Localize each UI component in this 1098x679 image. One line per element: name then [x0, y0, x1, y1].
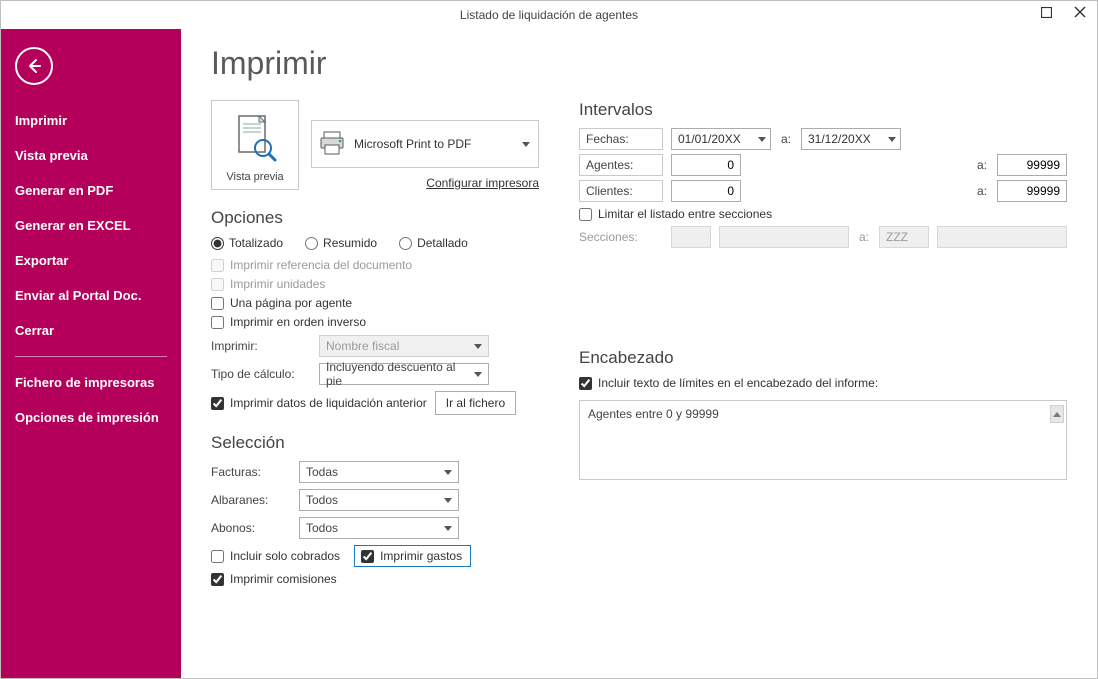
- agentes-hasta-input[interactable]: [997, 154, 1067, 176]
- window-title: Listado de liquidación de agentes: [460, 8, 638, 22]
- radio-detallado[interactable]: Detallado: [399, 236, 468, 250]
- page-title: Imprimir: [211, 45, 1067, 82]
- encabezado-texto: Agentes entre 0 y 99999: [588, 407, 719, 421]
- secciones-desde-desc: [719, 226, 849, 248]
- a-label: a:: [857, 230, 871, 244]
- chk-limitar-secciones[interactable]: Limitar el listado entre secciones: [579, 207, 1067, 221]
- chk-imprimir-comisiones[interactable]: Imprimir comisiones: [211, 572, 539, 586]
- maximize-button[interactable]: [1029, 1, 1063, 23]
- close-button[interactable]: [1063, 1, 1097, 23]
- tipo-calculo-select[interactable]: Incluyendo descuento al pie: [319, 363, 489, 385]
- chk-ref-documento: Imprimir referencia del documento: [211, 258, 539, 272]
- sidebar-separator: [15, 356, 167, 357]
- chk-orden-inverso[interactable]: Imprimir en orden inverso: [211, 315, 539, 329]
- chevron-down-icon: [444, 526, 452, 531]
- secciones-hasta-code: [879, 226, 929, 248]
- section-seleccion-title: Selección: [211, 433, 539, 453]
- configure-printer-link[interactable]: Configurar impresora: [426, 176, 539, 190]
- chevron-down-icon: [888, 137, 896, 142]
- a-label: a:: [975, 158, 989, 172]
- preview-tile[interactable]: Vista previa: [211, 100, 299, 190]
- facturas-label: Facturas:: [211, 465, 291, 479]
- abonos-select[interactable]: Todos: [299, 517, 459, 539]
- sidebar-item-cerrar[interactable]: Cerrar: [1, 313, 181, 348]
- content: Imprimir: [181, 29, 1097, 678]
- fecha-hasta-input[interactable]: 31/12/20XX: [801, 128, 901, 150]
- a-label: a:: [975, 184, 989, 198]
- secciones-label: Secciones:: [579, 227, 663, 247]
- sidebar-item-vista-previa[interactable]: Vista previa: [1, 138, 181, 173]
- facturas-select[interactable]: Todas: [299, 461, 459, 483]
- chevron-down-icon: [474, 344, 482, 349]
- scrollbar-up-button[interactable]: [1050, 405, 1064, 423]
- chk-solo-cobrados[interactable]: Incluir solo cobrados: [211, 549, 340, 563]
- agentes-desde-input[interactable]: [671, 154, 741, 176]
- clientes-label: Clientes:: [579, 180, 663, 202]
- chevron-up-icon: [1053, 412, 1061, 417]
- printer-select[interactable]: Microsoft Print to PDF: [311, 120, 539, 168]
- section-opciones-title: Opciones: [211, 208, 539, 228]
- sidebar-item-opciones-impresion[interactable]: Opciones de impresión: [1, 400, 181, 435]
- sidebar-item-fichero-impresoras[interactable]: Fichero de impresoras: [1, 365, 181, 400]
- section-encabezado-title: Encabezado: [579, 348, 1067, 368]
- chk-incluir-texto-limites[interactable]: Incluir texto de límites en el encabezad…: [579, 376, 1067, 390]
- printer-name: Microsoft Print to PDF: [354, 137, 471, 151]
- fechas-label: Fechas:: [579, 128, 663, 150]
- imprimir-label: Imprimir:: [211, 339, 311, 353]
- tipo-calculo-label: Tipo de cálculo:: [211, 367, 311, 381]
- ir-al-fichero-button[interactable]: Ir al fichero: [435, 391, 516, 415]
- chevron-down-icon: [474, 372, 482, 377]
- sidebar-item-generar-pdf[interactable]: Generar en PDF: [1, 173, 181, 208]
- clientes-desde-input[interactable]: [671, 180, 741, 202]
- secciones-desde-code: [671, 226, 711, 248]
- preview-caption: Vista previa: [226, 171, 283, 183]
- albaranes-select[interactable]: Todos: [299, 489, 459, 511]
- titlebar-buttons: [1029, 1, 1097, 23]
- section-intervalos-title: Intervalos: [579, 100, 1067, 120]
- chevron-down-icon: [444, 470, 452, 475]
- titlebar: Listado de liquidación de agentes: [1, 1, 1097, 29]
- radio-resumido[interactable]: Resumido: [305, 236, 377, 250]
- secciones-hasta-desc: [937, 226, 1067, 248]
- chk-unidades: Imprimir unidades: [211, 277, 539, 291]
- imprimir-select: Nombre fiscal: [319, 335, 489, 357]
- document-preview-icon: [233, 105, 277, 171]
- agentes-label: Agentes:: [579, 154, 663, 176]
- chevron-down-icon: [758, 137, 766, 142]
- body: Imprimir Vista previa Generar en PDF Gen…: [1, 29, 1097, 678]
- window: Listado de liquidación de agentes Imprim…: [0, 0, 1098, 679]
- a-label: a:: [779, 132, 793, 146]
- clientes-hasta-input[interactable]: [997, 180, 1067, 202]
- chk-una-pagina[interactable]: Una página por agente: [211, 296, 539, 310]
- chevron-down-icon: [444, 498, 452, 503]
- chk-imprimir-gastos[interactable]: Imprimir gastos: [354, 545, 471, 567]
- chk-datos-anterior[interactable]: Imprimir datos de liquidación anterior: [211, 396, 427, 410]
- left-column: Vista previa: [211, 100, 539, 591]
- sidebar-item-imprimir[interactable]: Imprimir: [1, 103, 181, 138]
- sidebar-item-enviar-portal[interactable]: Enviar al Portal Doc.: [1, 278, 181, 313]
- right-column: Intervalos Fechas: 01/01/20XX a: 31/12/2…: [579, 100, 1067, 591]
- back-button[interactable]: [15, 47, 53, 85]
- fecha-desde-input[interactable]: 01/01/20XX: [671, 128, 771, 150]
- abonos-label: Abonos:: [211, 521, 291, 535]
- printer-icon: [318, 129, 346, 160]
- sidebar-item-generar-excel[interactable]: Generar en EXCEL: [1, 208, 181, 243]
- sidebar: Imprimir Vista previa Generar en PDF Gen…: [1, 29, 181, 678]
- sidebar-item-exportar[interactable]: Exportar: [1, 243, 181, 278]
- chevron-down-icon: [522, 142, 530, 147]
- radio-totalizado[interactable]: Totalizado: [211, 236, 283, 250]
- albaranes-label: Albaranes:: [211, 493, 291, 507]
- encabezado-textarea[interactable]: Agentes entre 0 y 99999: [579, 400, 1067, 480]
